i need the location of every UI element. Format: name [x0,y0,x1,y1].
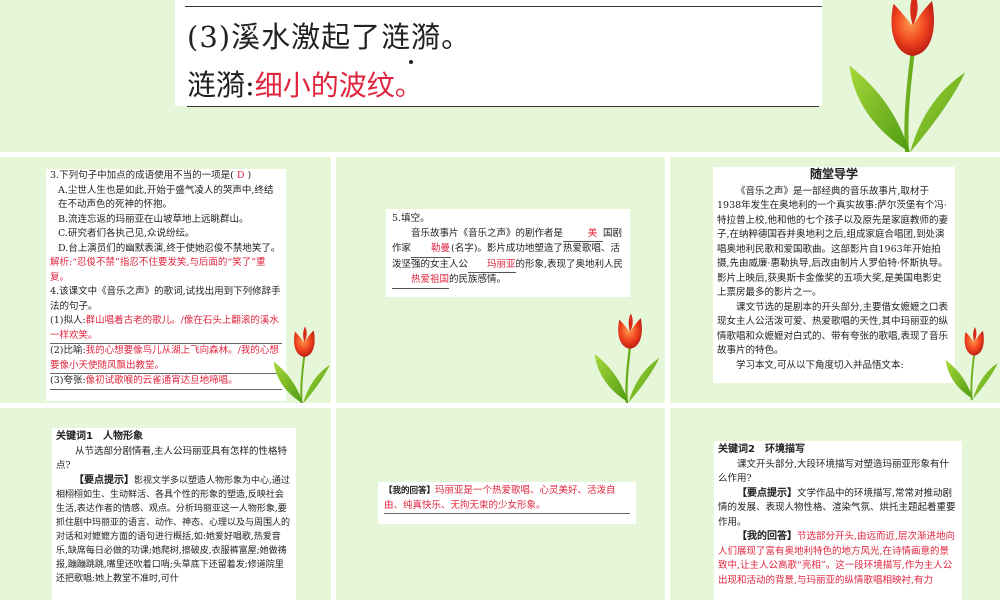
q4-stem: 4.该课文中《音乐之声》的歌词,试找出用到下列修辞手法的句子。 [50,286,281,312]
tulip-icon [942,322,1000,403]
q5-fill-2: 勒曼 [411,242,452,258]
q5-fill-1: 美 [563,227,604,242]
answer-1: 【我的回答】玛丽亚是一个热爱歌唱、心灵美好、活泼自由、纯真快乐、无拘无束的少女形… [384,484,630,514]
q3-option-d: D.台上演员们的幽默表演,终于使她忍俊不禁地笑了。 [58,242,281,254]
q4-3: (3)夸张:像初试歌喉的云雀通宵达旦地啼唱。 [50,374,282,390]
keyword-2-heading: 关键词2 环境描写 [718,444,805,455]
q4-2: (2)比喻:我的心想要像鸟儿从湖上飞向森林。/我的心想要像小天使随风飘出教堂。 [50,344,282,374]
slide-top: (3)溪水激起了涟漪。 涟漪:细小的波纹。 [0,0,1000,152]
q3-option-b: B.流连忘返的玛丽亚在山坡草地上远眺群山。 [58,213,249,225]
guide-para-1: 《音乐之声》是一部经典的音乐故事片,取材于1938年发生在奥地利的一个真实故事:… [717,185,949,299]
slide-questions-3-4: 3.下列句子中加点的成语使用不当的一项是( D ) A.尘世人生也是如此,开始于… [0,157,331,403]
slide-guide: 随堂导学 《音乐之声》是一部经典的音乐故事片,取材于1938年发生在奥地利的一个… [670,157,1000,403]
q5-fill-3: 玛丽亚 [468,258,516,273]
answer-3: 涟漪:细小的波纹。 [187,62,819,107]
keyword-2-tip: 【要点提示】文学作品中的环境描写,常常对推动剧情的发展、表现人物性格、渲染气氛、… [718,487,956,528]
q3-stem: 3.下列句子中加点的成语使用不当的一项是( D ) [50,170,252,181]
q3-option-a: A.尘世人生也是如此,开始于盛气凌人的哭声中,终结在不动声色的死神的怀抱。 [58,184,274,211]
q5-body: 音乐故事片《音乐之声》的剧作者是美国剧作家 勒曼(名字)。影片成功地塑造了热爱歌唱… [392,227,624,289]
slide-question-5: 5.填空。 音乐故事片《音乐之声》的剧作者是美国剧作家 勒曼(名字)。影片成功地塑… [336,157,665,403]
card-q5: 5.填空。 音乐故事片《音乐之声》的剧作者是美国剧作家 勒曼(名字)。影片成功地塑… [386,209,630,297]
answer-3-text: 细小的波纹。 [254,69,423,102]
slide-keyword-1: 关键词1 人物形象 从节选部分剧情看,主人公玛丽亚具有怎样的性格特点? 【要点提… [0,408,331,600]
slide-keyword-2: 关键词2 环境描写 课文开头部分,大段环境描写对塑造玛丽亚形象有什么作用? 【要… [670,408,1000,600]
card-keyword-1: 关键词1 人物形象 从节选部分剧情看,主人公玛丽亚具有怎样的性格特点? 【要点提… [52,428,296,600]
tulip-icon [815,0,1000,152]
card-answer-1: 【我的回答】玛丽亚是一个热爱歌唱、心灵美好、活泼自由、纯真快乐、无拘无束的少女形… [378,482,636,524]
card-guide: 随堂导学 《音乐之声》是一部经典的音乐故事片,取材于1938年发生在奥地利的一个… [713,167,955,383]
q5-stem: 5.填空。 [392,213,430,224]
question-3-prefix: (3)溪水激起了 [187,20,382,54]
tulip-icon [268,325,331,403]
card-keyword-2: 关键词2 环境描写 课文开头部分,大段环境描写对塑造玛丽亚形象有什么作用? 【要… [714,441,962,600]
q3-analysis: 解析:“忍俊不禁”指忍不住要发笑,与后面的“笑了”重复。 [50,257,266,283]
tulip-icon [581,312,665,403]
top-card: (3)溪水激起了涟漪。 涟漪:细小的波纹。 [175,0,822,107]
question-3-word: 涟漪 [381,14,441,64]
keyword-2-question: 课文开头部分,大段环境描写对塑造玛丽亚形象有什么作用? [718,458,950,485]
question-3: (3)溪水激起了涟漪。 [187,14,472,64]
keyword-1-tip: 【要点提示】影视文学多以塑造人物形象为中心,通过相栩栩如生、生动鲜活、各具个性的… [56,474,291,584]
q4-1: (1)拟人:群山唱着古老的歌儿。/像在石头上翻滚的溪水一样欢笑。 [50,314,282,344]
top-rule [185,0,822,7]
guide-title: 随堂导学 [809,167,858,181]
answer-3-label: 涟漪: [187,68,255,102]
keyword-2-answer: 【我的回答】节选部分开头,由远而近,层次渐进地向人们展现了富有奥地利特色的地方风… [718,531,956,586]
question-3-suffix: 。 [441,20,472,54]
slide-answer-1: 【我的回答】玛丽亚是一个热爱歌唱、心灵美好、活泼自由、纯真快乐、无拘无束的少女形… [336,408,665,600]
q5-fill-4: 热爱祖国 [392,273,450,289]
keyword-1-question: 从节选部分剧情看,主人公玛丽亚具有怎样的性格特点? [56,445,288,472]
keyword-1-heading: 关键词1 人物形象 [56,431,143,442]
q3-option-c: C.研究者们各执己见,众说纷纭。 [58,228,195,239]
guide-para-3: 学习本文,可从以下角度切入并品悟文本: [736,359,904,371]
card-q3-q4: 3.下列句子中加点的成语使用不当的一项是( D ) A.尘世人生也是如此,开始于… [46,169,286,401]
guide-para-2: 课文节选的是剧本的开头部分,主要借女嬷嬷之口表现女主人公活泼可爱、热爱歌唱的天性… [717,301,949,357]
